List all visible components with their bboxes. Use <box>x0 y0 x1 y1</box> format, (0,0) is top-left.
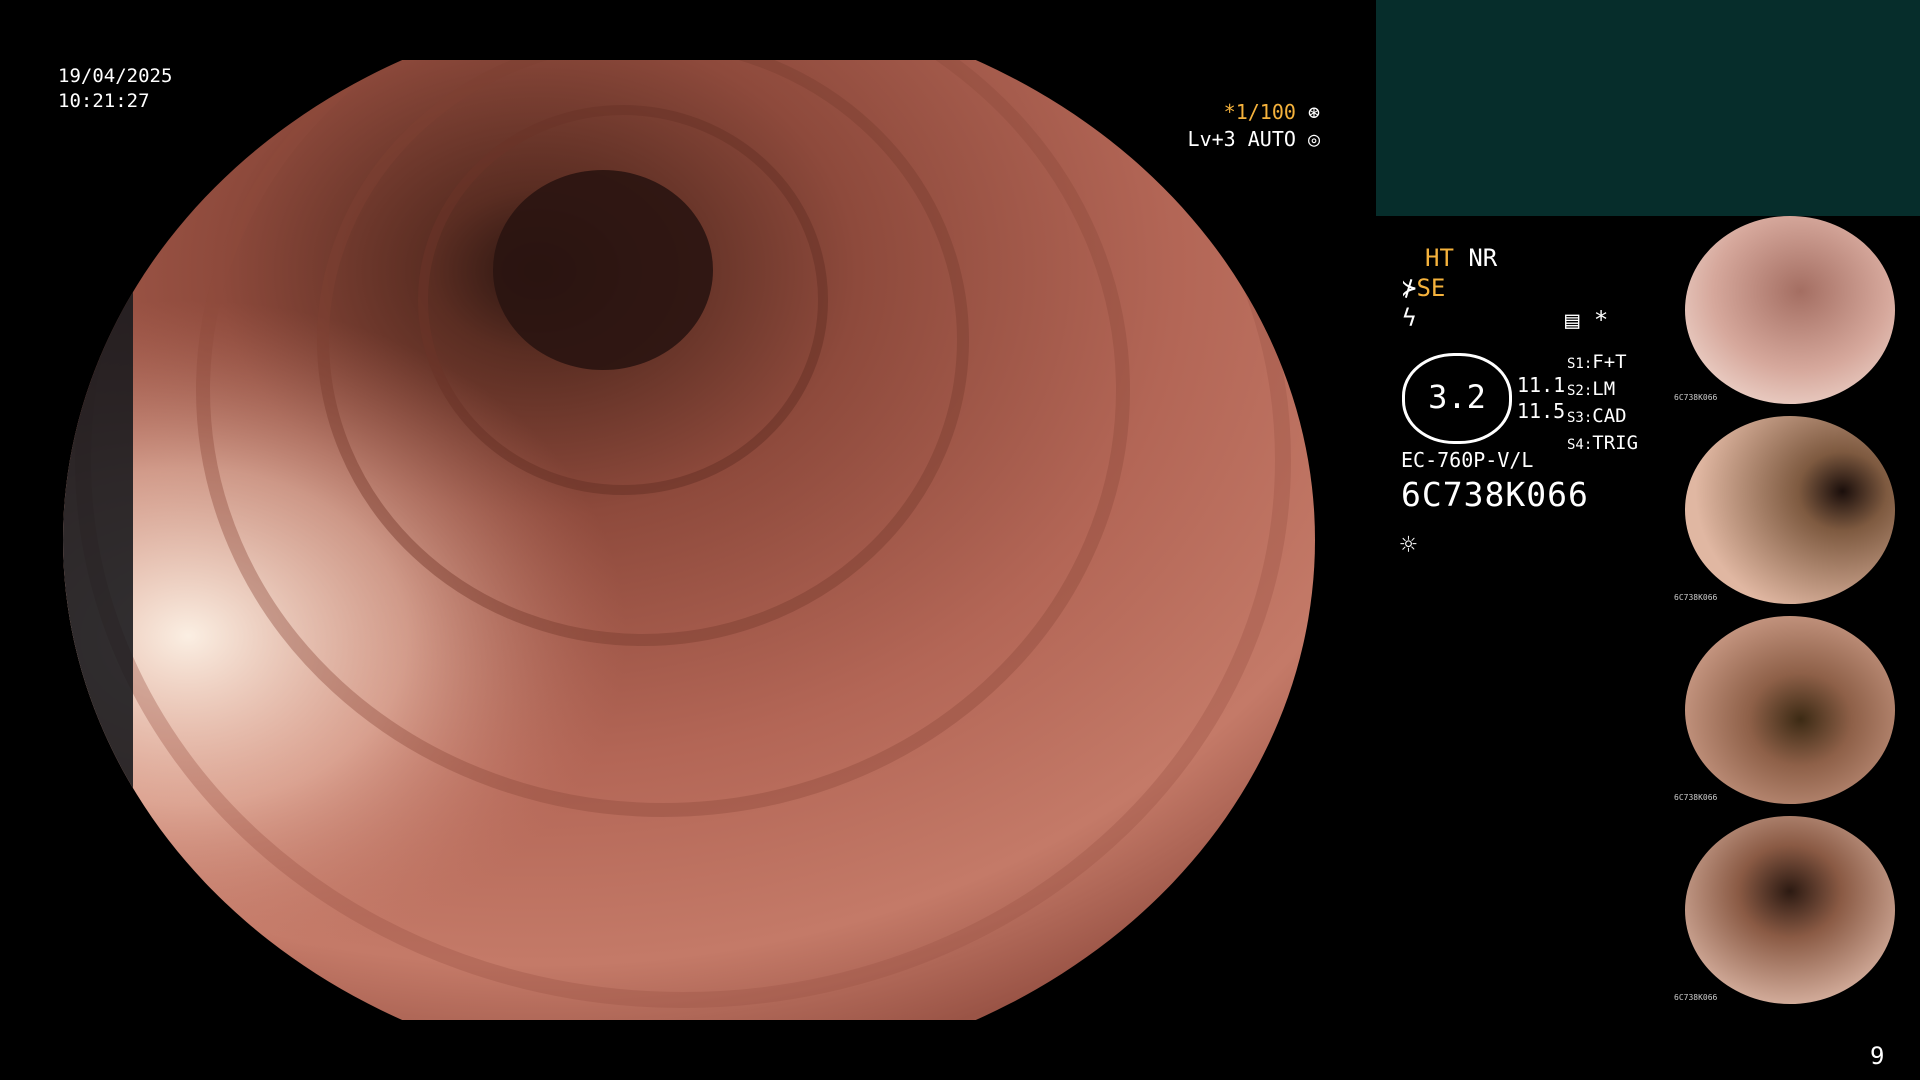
thumbnail[interactable]: 6C738K066 <box>1670 216 1920 404</box>
brightness-sun-icon: ☼ <box>1400 528 1417 561</box>
zoom-indicator: 3.2 <box>1402 353 1512 444</box>
exposure-level: Lv+3 AUTO <box>1187 127 1296 151</box>
date-text: 19/04/2025 <box>58 65 173 87</box>
switch-s4: S4:TRIG <box>1567 432 1639 454</box>
light-mode-icon: ◎ <box>1307 127 1320 151</box>
timestamp: 19/04/2025 10:21:27 <box>58 64 172 114</box>
switch-s1: S1:F+T <box>1567 351 1627 373</box>
nr-label: NR <box>1468 244 1498 272</box>
thumbnail[interactable]: 6C738K066 <box>1670 816 1920 1004</box>
scope-model: EC-760P-V/L <box>1401 448 1534 472</box>
info-panel-top <box>1376 0 1920 216</box>
memory-icon: ▤ <box>1565 306 1580 334</box>
ht-label: HT <box>1425 244 1454 272</box>
thumbnail[interactable]: 6C738K066 <box>1670 616 1920 804</box>
page-number: 9 <box>1870 1042 1885 1070</box>
shutter-speed: *1/100 <box>1223 100 1296 124</box>
thumbnail-caption: 6C738K066 <box>1674 593 1718 602</box>
shutter-info: *1/100 ⊛ Lv+3 AUTO ◎ <box>1188 99 1320 153</box>
readout-2: 11.5 <box>1517 399 1566 423</box>
se-icon: ⊁ <box>1402 274 1417 302</box>
star-indicator: * <box>1593 306 1609 334</box>
thumbnail-caption: 6C738K066 <box>1674 993 1718 1002</box>
numeric-readout: 11.1 11.5 <box>1517 372 1565 424</box>
switch-s2: S2:LM <box>1567 378 1616 400</box>
switch-s3: S3:CAD <box>1567 405 1627 427</box>
thumbnail-caption: 6C738K066 <box>1674 793 1718 802</box>
flash-icon: ϟ <box>1402 304 1417 332</box>
se-label: SE <box>1416 274 1446 302</box>
scope-serial: 6C738K066 <box>1401 475 1589 514</box>
thumbnail[interactable]: 6C738K066 <box>1670 416 1920 604</box>
switch-list: S1:F+T S2:LM S3:CAD S4:TRIG <box>1567 350 1638 458</box>
time-text: 10:21:27 <box>58 90 150 112</box>
zoom-value: 3.2 <box>1428 378 1486 416</box>
readout-1: 11.1 <box>1517 373 1566 397</box>
shutter-mode-icon: ⊛ <box>1307 100 1320 124</box>
thumbnail-caption: 6C738K066 <box>1674 393 1718 402</box>
endoscopic-main-view <box>63 60 1315 1020</box>
